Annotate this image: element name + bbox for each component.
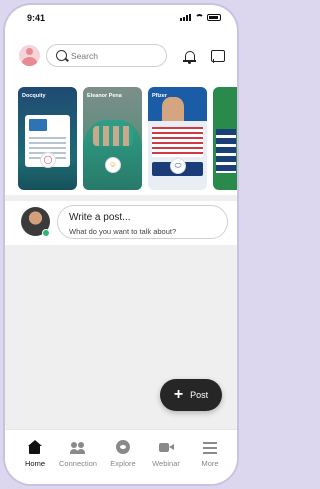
tab-explore[interactable]: Explore bbox=[100, 440, 146, 468]
story-preview-image bbox=[216, 129, 236, 173]
search-input[interactable] bbox=[71, 48, 159, 63]
tab-label: Explore bbox=[110, 459, 136, 468]
post-composer: Write a post... What do you want to talk… bbox=[5, 201, 237, 245]
write-post-input[interactable]: Write a post... What do you want to talk… bbox=[57, 205, 228, 239]
post-button[interactable]: + Post bbox=[160, 379, 222, 411]
signal-icon bbox=[180, 14, 191, 21]
tab-label: Webinar bbox=[152, 459, 180, 468]
emoji-avatar-icon: ☺ bbox=[105, 157, 121, 173]
search-icon bbox=[56, 50, 67, 61]
phone-screen: 9:41 Docquity Eleanor Pena bbox=[5, 5, 237, 484]
menu-icon bbox=[202, 440, 218, 454]
people-icon bbox=[70, 440, 86, 454]
battery-icon bbox=[207, 14, 221, 21]
tab-label: More bbox=[201, 459, 219, 468]
story-card[interactable]: Docquity bbox=[18, 87, 77, 190]
profile-avatar[interactable] bbox=[19, 45, 40, 66]
composer-title: Write a post... bbox=[69, 212, 131, 223]
status-icons bbox=[180, 14, 221, 21]
tab-home[interactable]: Home bbox=[12, 440, 58, 468]
plus-icon: + bbox=[173, 386, 184, 403]
explore-icon bbox=[115, 440, 131, 454]
tab-label: Home bbox=[24, 459, 45, 468]
tab-webinar[interactable]: Webinar bbox=[143, 440, 189, 468]
top-bar bbox=[5, 41, 237, 73]
search-bar[interactable] bbox=[46, 44, 167, 67]
story-card[interactable]: Pfizer bbox=[148, 87, 207, 190]
story-author: Eleanor Pena bbox=[87, 93, 122, 99]
wifi-icon bbox=[195, 14, 204, 21]
docquity-logo-icon: ◯ bbox=[40, 152, 56, 168]
home-icon bbox=[27, 440, 43, 454]
story-card[interactable]: Eleanor Pena bbox=[83, 87, 142, 190]
story-card-partial[interactable] bbox=[213, 87, 237, 190]
tab-label: Connection bbox=[59, 459, 97, 468]
story-author: Pfizer bbox=[152, 93, 167, 99]
story-preview-image bbox=[83, 120, 142, 190]
post-button-label: Post bbox=[190, 390, 209, 400]
messages-icon[interactable] bbox=[211, 50, 225, 63]
stories-carousel[interactable]: Docquity Eleanor Pena Pfizer bbox=[5, 83, 237, 193]
tab-more[interactable]: More bbox=[187, 440, 233, 468]
status-bar: 9:41 bbox=[5, 5, 237, 31]
online-status-icon bbox=[42, 229, 50, 237]
video-icon bbox=[158, 440, 174, 454]
story-author: Docquity bbox=[22, 93, 46, 99]
pfizer-logo-icon: ⬭ bbox=[170, 158, 186, 174]
status-time: 9:41 bbox=[27, 13, 46, 23]
composer-subtitle: What do you want to talk about? bbox=[69, 227, 177, 236]
bottom-tab-bar: Home Connection Explore Webinar More bbox=[5, 429, 237, 484]
story-preview-text bbox=[152, 127, 203, 157]
notification-bell-icon[interactable] bbox=[183, 50, 197, 64]
tab-connection[interactable]: Connection bbox=[55, 440, 101, 468]
